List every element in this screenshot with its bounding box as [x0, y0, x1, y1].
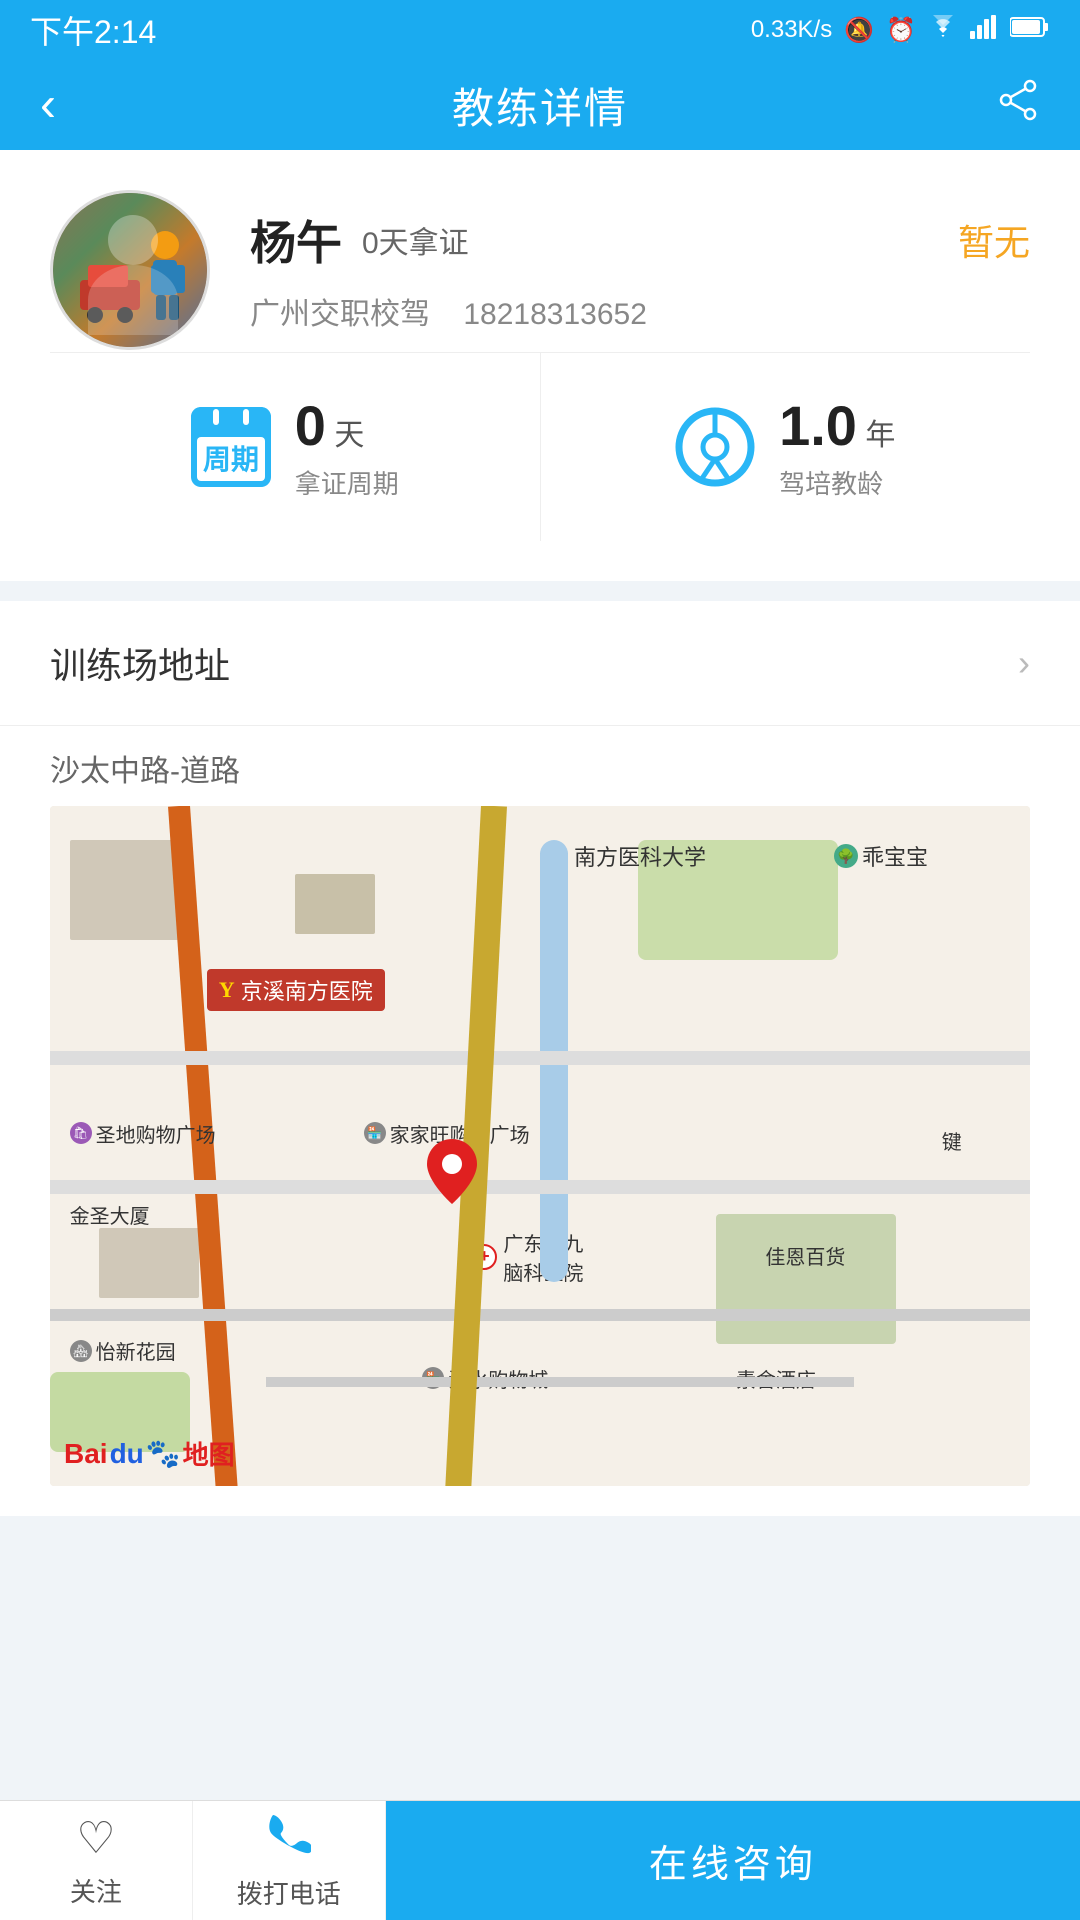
section-gap-1	[0, 581, 1080, 601]
favorite-label: 关注	[70, 1872, 122, 1909]
svg-text:周期: 周期	[203, 444, 259, 475]
map-label-jiaen: 佳恩百货	[765, 1241, 845, 1270]
training-address-row[interactable]: 训练场地址 ›	[0, 601, 1080, 726]
cert-cycle-stat: 周期 0 天 拿证周期	[50, 353, 541, 541]
page-title: 教练详情	[452, 75, 628, 136]
road-h1	[50, 1051, 1030, 1065]
training-address-label: 训练场地址	[50, 637, 230, 689]
consult-label: 在线咨询	[649, 1833, 817, 1888]
experience-stat: 1.0 年 驾培教龄	[541, 353, 1031, 541]
building-3	[99, 1228, 199, 1298]
coach-name: 杨午	[250, 207, 342, 273]
call-label: 拨打电话	[237, 1874, 341, 1911]
steering-icon	[675, 407, 755, 487]
map-label-yixin: 🏘 怡新花园	[70, 1336, 176, 1365]
coach-card: 杨午 0天拿证 暂无 广州交职校驾 18218313652 周期	[0, 150, 1080, 581]
experience-text: 1.0 年 驾培教龄	[779, 393, 895, 501]
experience-number: 1.0	[779, 394, 857, 457]
bottom-spacer	[0, 1516, 1080, 1646]
building-2	[295, 874, 375, 934]
road-h4	[266, 1377, 854, 1387]
signal-icon	[970, 15, 998, 46]
experience-label: 驾培教龄	[779, 464, 895, 501]
calendar-icon: 周期	[191, 407, 271, 487]
map-label-key: 键	[942, 1126, 962, 1155]
cert-cycle-number: 0	[295, 394, 326, 457]
map-road-label: 沙太中路-道路	[50, 746, 1030, 790]
hospital-label: Y 京溪南方医院	[207, 969, 385, 1011]
coach-status: 暂无	[958, 214, 1030, 266]
map-label-shengdi: 🛍 圣地购物广场	[70, 1119, 216, 1148]
coach-info-row: 杨午 0天拿证 暂无 广州交职校驾 18218313652	[50, 190, 1030, 350]
coach-details: 杨午 0天拿证 暂无 广州交职校驾 18218313652	[250, 207, 1030, 333]
cert-cycle-label: 拿证周期	[295, 464, 399, 501]
coach-school: 广州交职校驾 18218313652	[250, 289, 1030, 333]
coach-cert-days: 0天拿证	[362, 218, 469, 262]
network-speed: 0.33K/s	[751, 16, 832, 44]
page-header: ‹ 教练详情	[0, 60, 1080, 150]
baidu-watermark: Baidu 🐾 地图	[64, 1435, 235, 1472]
status-bar: 下午2:14 0.33K/s 🔕 ⏰	[0, 0, 1080, 60]
map-background: 🎓 南方医科大学 🌳 乖宝宝 Y 京溪南方医院 🛍 圣地购物广场 🏪 家	[50, 806, 1030, 1486]
share-button[interactable]	[996, 78, 1040, 132]
road-h3	[50, 1309, 1030, 1321]
call-button[interactable]: 拨打电话	[193, 1801, 386, 1920]
back-button[interactable]: ‹	[40, 78, 56, 133]
map-label-guaibaobao: 🌳 乖宝宝	[834, 840, 928, 872]
baidu-paw-icon: 🐾	[146, 1437, 181, 1470]
battery-icon	[1010, 16, 1050, 45]
road-h2	[50, 1180, 1030, 1194]
favorite-button[interactable]: ♡ 关注	[0, 1801, 193, 1920]
heart-icon: ♡	[76, 1813, 115, 1864]
status-icons: 0.33K/s 🔕 ⏰	[751, 15, 1050, 46]
chevron-right-icon: ›	[1018, 642, 1030, 684]
map-container[interactable]: 🎓 南方医科大学 🌳 乖宝宝 Y 京溪南方医院 🛍 圣地购物广场 🏪 家	[50, 806, 1030, 1486]
green-area-2	[716, 1214, 896, 1344]
stats-row: 周期 0 天 拿证周期	[50, 352, 1030, 541]
bottom-nav-left: ♡ 关注 拨打电话	[0, 1801, 386, 1920]
phone-icon	[267, 1811, 311, 1866]
experience-unit: 年	[865, 419, 895, 452]
map-label-jinshen: 金圣大厦	[70, 1200, 150, 1229]
cert-cycle-unit: 天	[334, 419, 364, 452]
avatar	[50, 190, 210, 350]
map-pin	[427, 1139, 477, 1209]
map-section: 沙太中路-道路 🎓	[0, 726, 1080, 1516]
coach-name-row: 杨午 0天拿证 暂无	[250, 207, 1030, 273]
status-time: 下午2:14	[30, 7, 156, 53]
mute-icon: 🔕	[844, 16, 874, 45]
alarm-icon: ⏰	[886, 16, 916, 45]
cert-cycle-text: 0 天 拿证周期	[295, 393, 399, 501]
wifi-icon	[928, 15, 958, 46]
bottom-nav: ♡ 关注 拨打电话 在线咨询	[0, 1800, 1080, 1920]
consult-button[interactable]: 在线咨询	[386, 1801, 1080, 1920]
